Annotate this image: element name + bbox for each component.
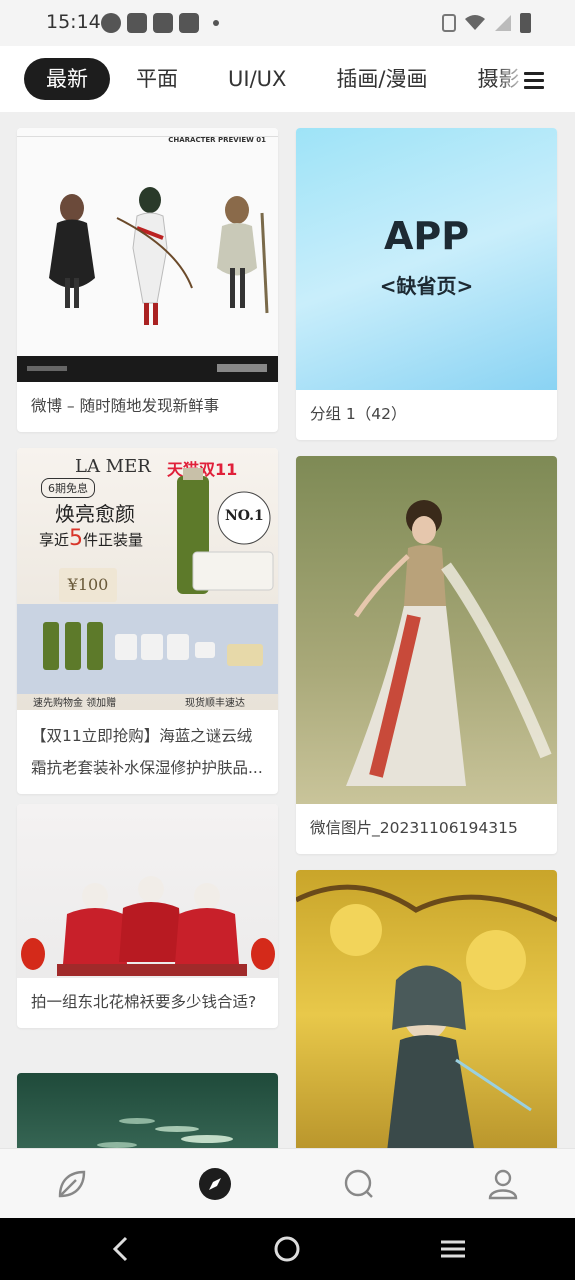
card-caption: 微信图片_20231106194315 — [310, 819, 518, 837]
bottom-nav — [0, 1148, 575, 1219]
category-tab-bar: 最新 平面 UI/UX 插画/漫画 摄影 — [0, 46, 575, 112]
app-title: APP — [383, 214, 470, 258]
tab-latest[interactable]: 最新 — [24, 58, 110, 100]
dot-icon — [213, 20, 219, 26]
card-image-dancer — [296, 456, 557, 804]
feed-card[interactable]: LA MER 天猫双11 6期免息 焕亮愈颜 享近5件正装量 ¥100 — [17, 448, 278, 794]
ad-footer-left: 速先购物金 领加赠 — [33, 698, 117, 709]
mail-icon — [153, 13, 173, 33]
battery-icon — [520, 13, 531, 33]
discover-compass-icon[interactable] — [197, 1166, 233, 1202]
category-tabs: 最新 平面 UI/UX 插画/漫画 摄影 — [24, 58, 543, 100]
ad-footer-right: 现货顺丰速达 — [185, 698, 245, 709]
card-image-water — [17, 1073, 278, 1148]
feed-card[interactable] — [296, 870, 557, 1148]
lamer-products — [17, 468, 278, 694]
no1-badge: NO.1 — [225, 508, 264, 524]
tab-illustration[interactable]: 插画/漫画 — [312, 58, 451, 100]
anime-character — [296, 884, 557, 1148]
back-icon[interactable] — [106, 1234, 136, 1264]
dancer-figure — [346, 500, 552, 786]
mail-icon — [179, 13, 199, 33]
card-image-costume-photo — [17, 804, 278, 978]
app-subtitle: <缺省页> — [379, 274, 474, 298]
search-icon[interactable] — [341, 1166, 377, 1202]
status-bar: 15:14 — [0, 0, 575, 46]
tab-ui-ux[interactable]: UI/UX — [204, 58, 310, 100]
system-status-icons — [442, 13, 531, 33]
card-caption: 拍一组东北花棉袄要多少钱合适? — [31, 993, 257, 1011]
people-in-red — [21, 876, 275, 976]
card-image-lamer-ad: LA MER 天猫双11 6期免息 焕亮愈颜 享近5件正装量 ¥100 — [17, 448, 278, 710]
vibrate-icon — [442, 14, 456, 32]
speedometer-icon — [101, 13, 121, 33]
wifi-icon — [465, 15, 485, 30]
card-image-illustration — [296, 870, 557, 1148]
card-image-app-default: APP <缺省页> — [296, 128, 557, 390]
card-caption: 分组 1（42） — [310, 405, 407, 423]
card-caption: 【双11立即抢购】海蓝之谜云绒霜抗老套装补水保湿修护护肤品... — [31, 727, 263, 777]
water-ripples — [97, 1118, 233, 1148]
status-time: 15:14 — [46, 11, 101, 33]
card-caption: 微博 – 随时随地发现新鲜事 — [31, 397, 220, 415]
home-leaf-icon[interactable] — [54, 1166, 90, 1202]
signal-icon — [495, 15, 511, 31]
feed-card[interactable] — [17, 1073, 278, 1148]
mail-icon — [127, 13, 147, 33]
hamburger-icon[interactable] — [524, 72, 544, 90]
system-navigation-bar — [0, 1218, 575, 1280]
tab-graphic[interactable]: 平面 — [112, 58, 202, 100]
card-image-characters: CHARACTER PREVIEW 01 — [17, 128, 278, 382]
home-icon[interactable] — [272, 1234, 302, 1264]
character-figures — [17, 187, 278, 382]
feed-card[interactable]: CHARACTER PREVIEW 01 微博 – 随时随地发现新鲜事 — [17, 128, 278, 432]
feed-card[interactable]: 微信图片_20231106194315 — [296, 456, 557, 854]
feed-card[interactable]: 拍一组东北花棉袄要多少钱合适? — [17, 804, 278, 1028]
feed-card[interactable]: APP <缺省页> 分组 1（42） — [296, 128, 557, 440]
recents-icon[interactable] — [438, 1234, 468, 1264]
notification-icons — [101, 13, 219, 33]
profile-icon[interactable] — [485, 1166, 521, 1202]
waterfall-feed[interactable]: CHARACTER PREVIEW 01 微博 – 随时随地发现新鲜事 LA M… — [0, 112, 575, 1148]
